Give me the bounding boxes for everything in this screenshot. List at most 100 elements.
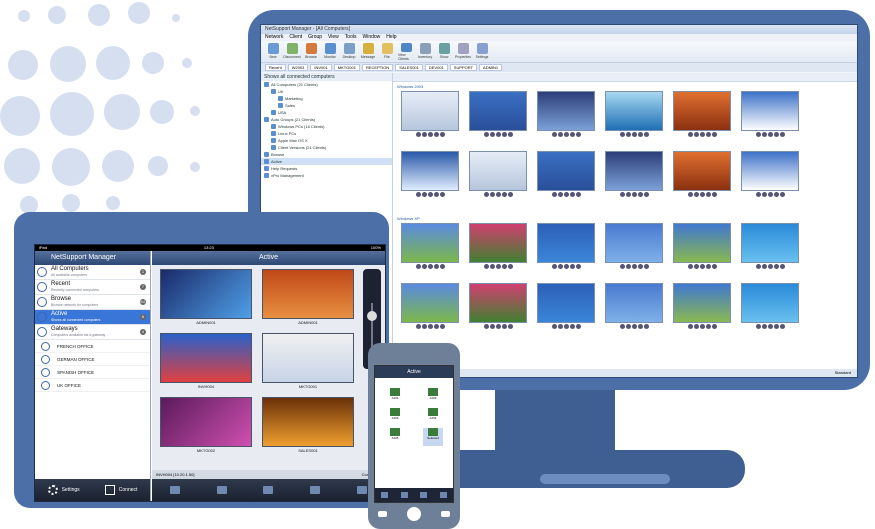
tree-node[interactable]: USA [261, 109, 392, 116]
view-icon[interactable] [381, 492, 389, 498]
client-thumbnail[interactable] [537, 283, 595, 339]
client-tile[interactable]: AJ04 [423, 408, 443, 426]
gateway-office[interactable]: UK OFFICE [35, 379, 150, 392]
back-button[interactable] [378, 511, 387, 517]
toolbar-button[interactable]: Message [360, 42, 376, 61]
message-icon[interactable] [420, 492, 428, 498]
client-tile[interactable]: AJ03 [385, 408, 405, 426]
connect-button[interactable]: Connect [104, 485, 137, 495]
toolbar-button[interactable]: Show [436, 42, 452, 61]
toolbar-button[interactable]: Monitor [322, 42, 338, 61]
client-thumbnail[interactable]: MKTG002 [160, 397, 252, 457]
menu-item[interactable]: Client [289, 34, 302, 41]
client-tile[interactable]: AJ02 [423, 388, 443, 406]
client-thumbnail[interactable] [401, 91, 459, 147]
client-tile[interactable]: Selected [423, 428, 443, 446]
slider-knob[interactable] [367, 311, 377, 321]
tree-node[interactable]: Active [261, 158, 392, 165]
client-thumbnail[interactable] [741, 223, 799, 279]
toolbar-button[interactable]: New [265, 42, 281, 61]
client-thumbnail[interactable] [537, 91, 595, 147]
client-thumbnail[interactable] [537, 151, 595, 207]
client-tab[interactable]: W2003 [287, 64, 309, 71]
client-thumbnail[interactable] [469, 223, 527, 279]
tree-node[interactable]: Linux PCs [261, 130, 392, 137]
client-thumbnail[interactable]: ADMIN001 [262, 269, 354, 329]
gateway-office[interactable]: SPANISH OFFICE [35, 366, 150, 379]
client-thumbnail[interactable] [605, 283, 663, 339]
client-thumbnail[interactable] [673, 223, 731, 279]
menu-item[interactable]: View [328, 34, 339, 41]
sidebar-item-active[interactable]: Active Shows all connected computers 6 [35, 310, 150, 325]
client-thumbnail[interactable] [605, 223, 663, 279]
settings-button[interactable]: Settings [47, 485, 80, 495]
tree-node[interactable]: UK [261, 88, 392, 95]
client-tile[interactable]: AJ01 [385, 388, 405, 406]
gateway-office[interactable]: GERMAN OFFICE [35, 353, 150, 366]
toolbar-button[interactable]: Settings [474, 42, 490, 61]
client-thumbnail[interactable] [401, 151, 459, 207]
client-thumbnail[interactable] [469, 283, 527, 339]
client-tab[interactable]: Recent [265, 64, 286, 71]
client-thumbnail[interactable] [741, 91, 799, 147]
tree-node[interactable]: vPro Management [261, 172, 392, 179]
client-thumbnail[interactable] [537, 223, 595, 279]
tree-node[interactable]: Marketing [261, 95, 392, 102]
gateway-office[interactable]: FRENCH OFFICE [35, 340, 150, 353]
toolbar-button[interactable]: View Clients [398, 42, 414, 61]
menu-item[interactable]: Group [308, 34, 322, 41]
client-thumbnail[interactable]: SALES001 [262, 397, 354, 457]
client-tab[interactable]: SALES001 [395, 64, 423, 71]
chat-icon[interactable] [216, 486, 227, 494]
home-button[interactable] [407, 507, 421, 521]
client-thumbnail[interactable]: MKTG001 [262, 333, 354, 393]
client-thumbnail[interactable] [673, 91, 731, 147]
tree-node[interactable]: All Computers (21 Clients) [261, 81, 392, 88]
client-tab[interactable]: MKTG001 [333, 64, 360, 71]
client-thumbnail[interactable] [673, 283, 731, 339]
client-thumbnail[interactable] [673, 151, 731, 207]
client-thumbnail[interactable] [469, 91, 527, 147]
sidebar-item-all-computers[interactable]: All Computers All available computers 1 [35, 265, 150, 280]
client-tile[interactable]: AJ05 [385, 428, 405, 446]
tree-node[interactable]: Browse [261, 151, 392, 158]
message-icon[interactable] [263, 486, 274, 494]
toolbar-button[interactable]: Inventory [417, 42, 433, 61]
tree-node[interactable]: Help Requests [261, 165, 392, 172]
sidebar-item-recent[interactable]: Recent Recently connected computers 7 [35, 280, 150, 295]
tree-node[interactable]: Client Versions (21 Clients) [261, 144, 392, 151]
client-thumbnail[interactable] [741, 151, 799, 207]
client-thumbnail[interactable] [401, 223, 459, 279]
client-tab[interactable]: RECEPTION [361, 64, 394, 71]
toolbar-button[interactable]: Disconnect [283, 42, 301, 61]
tree-node[interactable]: Auto Groups (21 Clients) [261, 116, 392, 123]
sidebar-item-gateways[interactable]: Gateways Computers available via a gatewa… [35, 325, 150, 340]
file-icon[interactable] [439, 492, 447, 498]
menu-item[interactable]: Network [265, 34, 283, 41]
client-thumbnail[interactable] [605, 91, 663, 147]
menu-item[interactable]: Window [362, 34, 380, 41]
toolbar-button[interactable]: File [379, 42, 395, 61]
menu-button[interactable] [441, 511, 450, 517]
sidebar-item-browse[interactable]: Browse Browse network for computers 64 [35, 295, 150, 310]
disconnect-icon[interactable] [356, 486, 367, 494]
client-tab[interactable]: SUPPORT [449, 64, 478, 71]
client-thumbnail[interactable]: ADMIN001 [160, 269, 252, 329]
client-tab[interactable]: ADMIN1 [479, 64, 503, 71]
chat-icon[interactable] [400, 492, 408, 498]
client-tab[interactable]: INV001 [310, 64, 332, 71]
client-thumbnail[interactable] [401, 283, 459, 339]
client-tab[interactable]: DEV001 [424, 64, 448, 71]
tree-node[interactable]: Apple Mac OS X [261, 137, 392, 144]
menu-item[interactable]: Help [386, 34, 396, 41]
toolbar-button[interactable]: Desktop [341, 42, 357, 61]
tree-node[interactable]: Sales [261, 102, 392, 109]
view-icon[interactable] [170, 486, 181, 494]
toolbar-button[interactable]: Properties [455, 42, 471, 61]
tree-node[interactable]: Windows PCs (16 Clients) [261, 123, 392, 130]
toolbar-button[interactable]: Browse [303, 42, 319, 61]
file-icon[interactable] [310, 486, 321, 494]
client-thumbnail[interactable] [469, 151, 527, 207]
menu-item[interactable]: Tools [345, 34, 357, 41]
client-thumbnail[interactable] [605, 151, 663, 207]
